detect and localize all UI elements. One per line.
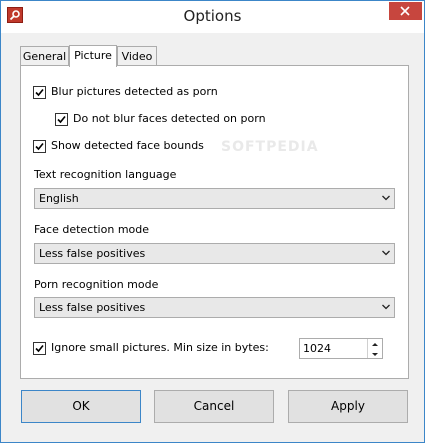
watermark-text: SOFTPEDIA xyxy=(221,139,319,155)
title-bar[interactable]: Options xyxy=(1,1,424,33)
checkmark-icon xyxy=(35,344,44,353)
no-blur-faces-label[interactable]: Do not blur faces detected on porn xyxy=(73,112,266,125)
tab-picture[interactable]: Picture xyxy=(69,45,117,67)
small-pictures-label[interactable]: Ignore small pictures. Min size in bytes… xyxy=(51,341,269,354)
small-pictures-checkbox[interactable] xyxy=(33,342,46,355)
face-mode-value: Less false positives xyxy=(39,247,146,260)
text-language-select[interactable]: English xyxy=(34,188,395,209)
tab-general[interactable]: General xyxy=(20,46,69,65)
spin-buttons xyxy=(367,339,382,358)
porn-mode-value: Less false positives xyxy=(39,301,146,314)
close-icon xyxy=(400,6,410,16)
close-button[interactable] xyxy=(389,2,422,20)
text-language-label: Text recognition language xyxy=(34,168,177,181)
chevron-down-icon xyxy=(382,250,390,256)
spin-up-button[interactable] xyxy=(368,339,382,348)
dialog-body: General Picture Video SOFTPEDIA Blur pic… xyxy=(8,33,417,435)
checkmark-icon xyxy=(35,88,44,97)
no-blur-faces-checkbox[interactable] xyxy=(55,113,68,126)
spin-down-button[interactable] xyxy=(368,349,382,358)
ok-button[interactable]: OK xyxy=(21,390,141,423)
face-mode-label: Face detection mode xyxy=(34,223,150,236)
tab-video[interactable]: Video xyxy=(117,46,157,65)
options-window: Options General Picture Video SOFTPEDIA … xyxy=(0,0,425,443)
show-face-bounds-label[interactable]: Show detected face bounds xyxy=(51,139,204,152)
triangle-down-icon xyxy=(372,353,378,356)
blur-porn-checkbox[interactable] xyxy=(33,86,46,99)
show-face-bounds-checkbox[interactable] xyxy=(33,140,46,153)
cancel-button[interactable]: Cancel xyxy=(154,390,274,423)
text-language-value: English xyxy=(39,192,79,205)
chevron-down-icon xyxy=(382,304,390,310)
min-size-value[interactable]: 1024 xyxy=(303,342,331,355)
min-size-spinbox[interactable]: 1024 xyxy=(299,338,383,359)
checkmark-icon xyxy=(35,142,44,151)
chevron-down-icon xyxy=(382,195,390,201)
triangle-up-icon xyxy=(372,343,378,346)
checkmark-icon xyxy=(57,115,66,124)
apply-button[interactable]: Apply xyxy=(288,390,408,423)
blur-porn-label[interactable]: Blur pictures detected as porn xyxy=(51,85,218,98)
face-mode-select[interactable]: Less false positives xyxy=(34,243,395,264)
window-title: Options xyxy=(183,7,242,25)
porn-mode-label: Porn recognition mode xyxy=(34,278,159,291)
picture-tab-panel: SOFTPEDIA Blur pictures detected as porn… xyxy=(20,65,409,379)
porn-mode-select[interactable]: Less false positives xyxy=(34,297,395,318)
